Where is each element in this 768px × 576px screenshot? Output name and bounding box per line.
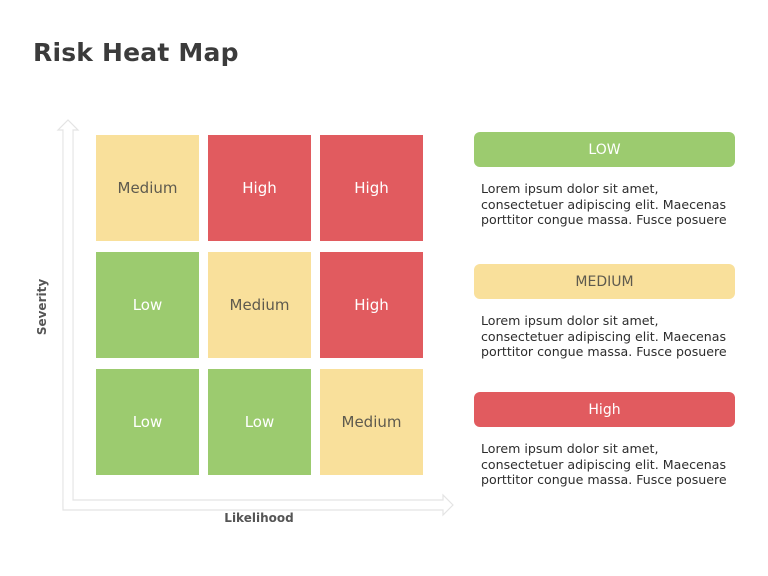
legend-badge-high: High <box>474 392 735 427</box>
cell-label: Medium <box>229 296 290 314</box>
heat-map-cell: Low <box>208 369 311 475</box>
legend-description: Lorem ipsum dolor sit amet, consectetuer… <box>481 181 727 227</box>
cell-label: High <box>354 179 389 197</box>
x-axis-label: Likelihood <box>224 511 294 525</box>
heat-map-cell: High <box>320 252 423 358</box>
cell-label: Medium <box>341 413 402 431</box>
cell-label: Low <box>132 413 163 431</box>
heat-map-cell: Medium <box>208 252 311 358</box>
heat-map-cell: Low <box>96 369 199 475</box>
legend-badge-low: LOW <box>474 132 735 167</box>
cell-label: Low <box>132 296 163 314</box>
cell-label: High <box>242 179 277 197</box>
page-title: Risk Heat Map <box>33 38 239 67</box>
heat-map-cell: Medium <box>320 369 423 475</box>
heat-map-cell: High <box>208 135 311 241</box>
y-axis-label: Severity <box>35 278 49 336</box>
axis-corner <box>63 130 73 507</box>
heat-map-cell: Medium <box>96 135 199 241</box>
legend-description: Lorem ipsum dolor sit amet, consectetuer… <box>481 441 727 487</box>
heat-map-cell: Low <box>96 252 199 358</box>
legend-badge-label: MEDIUM <box>575 273 634 290</box>
legend-description: Lorem ipsum dolor sit amet, consectetuer… <box>481 313 727 359</box>
y-axis-arrow-icon <box>56 119 80 508</box>
cell-label: Medium <box>117 179 178 197</box>
legend-badge-medium: MEDIUM <box>474 264 735 299</box>
heat-map-cell: High <box>320 135 423 241</box>
legend-badge-label: LOW <box>588 141 621 158</box>
cell-label: High <box>354 296 389 314</box>
cell-label: Low <box>244 413 275 431</box>
legend-badge-label: High <box>588 401 621 418</box>
